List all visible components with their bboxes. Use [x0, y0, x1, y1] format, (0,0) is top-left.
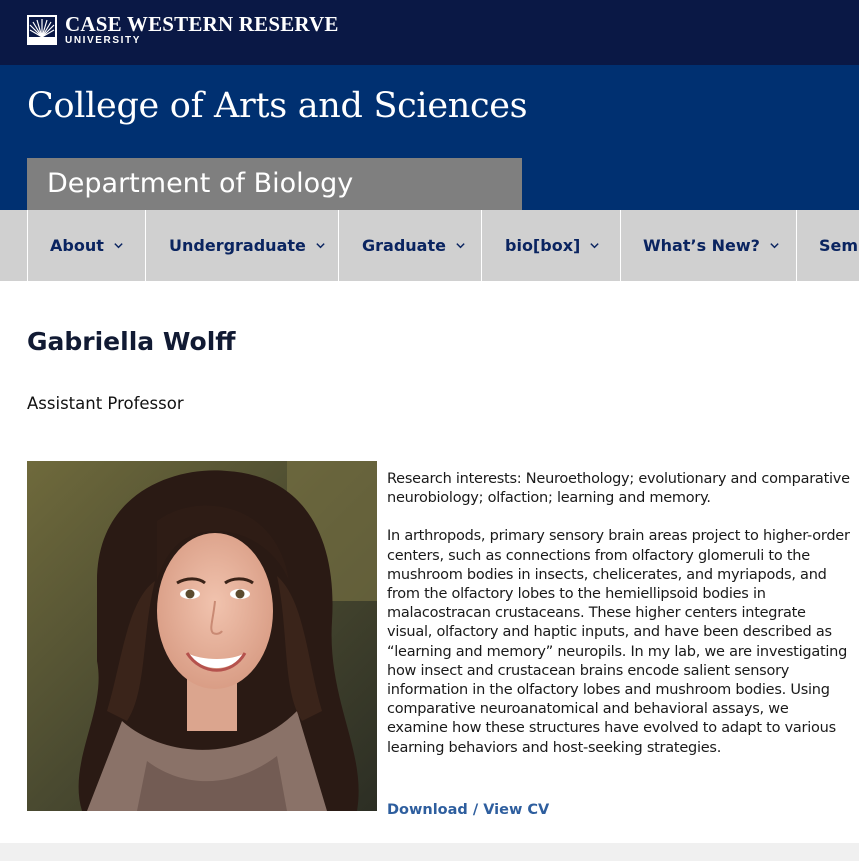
- nav-item-about[interactable]: About: [50, 210, 124, 281]
- profile-photo: [27, 461, 377, 811]
- research-interests: Research interests: Neuroethology; evolu…: [387, 471, 850, 507]
- main-nav: About Undergraduate Graduate bio[box] Wh…: [0, 210, 859, 281]
- bio-text: Research interests: Neuroethology; evolu…: [387, 470, 852, 777]
- nav-item-label: bio[box]: [505, 236, 581, 255]
- nav-divider: [481, 210, 482, 281]
- nav-divider: [145, 210, 146, 281]
- department-tab[interactable]: Department of Biology: [27, 158, 522, 210]
- page-title: Gabriella Wolff: [27, 327, 236, 356]
- nav-divider: [27, 210, 28, 281]
- nav-item-label: About: [50, 236, 104, 255]
- university-subtitle: UNIVERSITY: [65, 34, 142, 46]
- sunburst-icon: [27, 15, 57, 45]
- nav-item-graduate[interactable]: Graduate: [362, 210, 466, 281]
- nav-item-label: What’s New?: [643, 236, 760, 255]
- nav-divider: [796, 210, 797, 281]
- chevron-down-icon: [590, 243, 600, 249]
- nav-item-label: Semi: [819, 236, 859, 255]
- research-description: In arthropods, primary sensory brain are…: [387, 528, 850, 756]
- nav-item-seminars[interactable]: Semi: [819, 210, 859, 281]
- download-cv-link[interactable]: Download / View CV: [387, 800, 549, 820]
- chevron-down-icon: [456, 243, 465, 249]
- department-title: Department of Biology: [47, 168, 354, 199]
- nav-item-label: Undergraduate: [169, 236, 306, 255]
- chevron-down-icon: [114, 243, 123, 249]
- university-logo[interactable]: CASE WESTERN RESERVE UNIVERSITY: [27, 11, 339, 46]
- footer-strip: [0, 843, 859, 861]
- chevron-down-icon: [316, 243, 325, 249]
- nav-item-label: Graduate: [362, 236, 446, 255]
- chevron-down-icon: [770, 243, 779, 249]
- nav-item-biobox[interactable]: bio[box]: [505, 210, 600, 281]
- university-name: CASE WESTERN RESERVE: [65, 11, 339, 36]
- college-title[interactable]: College of Arts and Sciences: [27, 82, 528, 130]
- faculty-title: Assistant Professor: [27, 394, 184, 413]
- nav-divider: [620, 210, 621, 281]
- nav-divider: [338, 210, 339, 281]
- university-topbar: CASE WESTERN RESERVE UNIVERSITY: [0, 0, 859, 65]
- nav-item-undergraduate[interactable]: Undergraduate: [169, 210, 326, 281]
- nav-item-whats-new[interactable]: What’s New?: [643, 210, 780, 281]
